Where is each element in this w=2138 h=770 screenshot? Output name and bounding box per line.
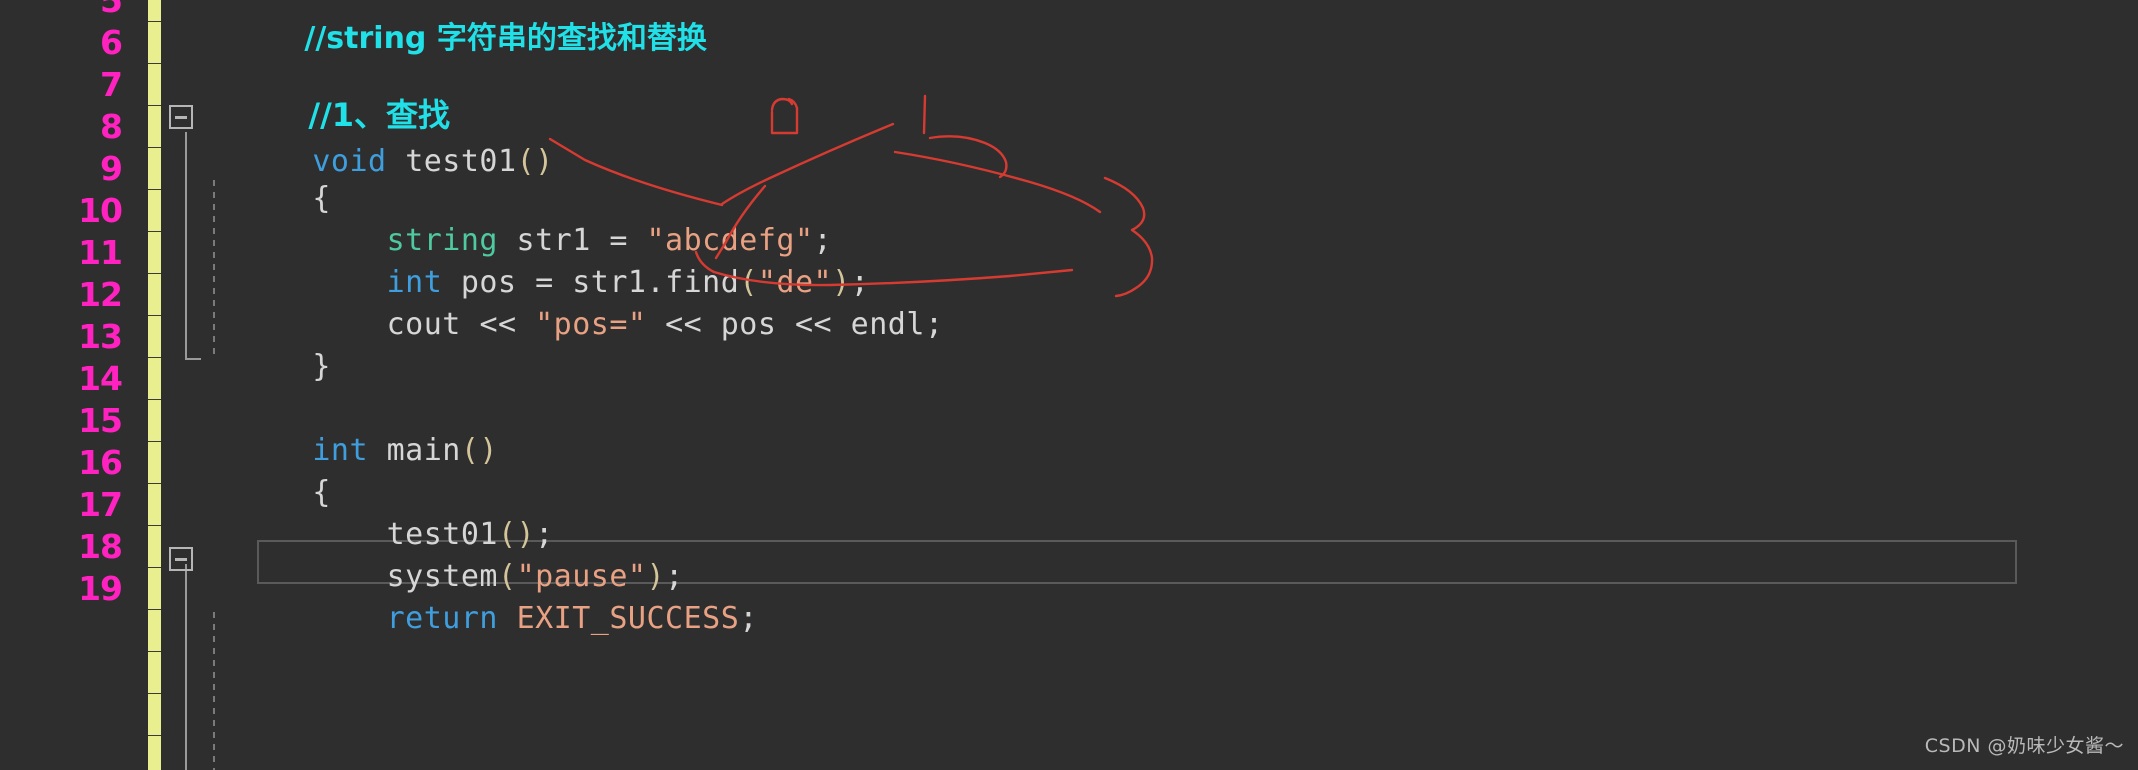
change-seg — [148, 399, 161, 400]
endl-token: endl — [832, 307, 925, 342]
scope-guide-test01 — [185, 132, 201, 360]
line-number: 19 — [78, 569, 123, 608]
line-number: 8 — [100, 107, 123, 146]
identifier-token: main — [386, 433, 461, 468]
keyword-token: return — [386, 601, 498, 636]
semicolon-token: ; — [739, 601, 758, 636]
code-line-12[interactable]: cout << "pos=" << pos << endl; — [201, 262, 944, 342]
operator-token: << — [795, 307, 833, 342]
code-line-17[interactable]: test01(); — [201, 472, 554, 552]
change-seg — [148, 441, 161, 442]
indent-token — [312, 601, 386, 636]
brace-token: } — [312, 349, 331, 384]
change-seg — [148, 147, 161, 148]
fold-collapse-icon[interactable] — [169, 547, 193, 571]
indent-guide — [213, 180, 215, 360]
change-seg — [148, 273, 161, 274]
editor-left-margin — [0, 0, 14, 770]
change-seg — [148, 525, 161, 526]
code-line-5[interactable]: //string 字符串的查找和替换 — [193, 0, 706, 56]
string-literal-token: "pos=" — [535, 307, 647, 342]
code-line-19[interactable]: return EXIT_SUCCESS; — [201, 556, 758, 636]
code-editor[interactable]: 5 6 7 8 9 10 11 12 13 14 15 16 17 18 19 — [0, 0, 2138, 770]
code-line-13[interactable]: } — [201, 304, 331, 384]
change-seg — [148, 483, 161, 484]
change-seg — [148, 357, 161, 358]
semicolon-token: ; — [924, 307, 944, 342]
change-seg — [148, 105, 161, 106]
paren-token: () — [516, 144, 554, 179]
line-number: 12 — [78, 275, 123, 314]
scope-guide-main — [185, 564, 187, 770]
line-number: 6 — [100, 23, 123, 62]
change-seg — [148, 567, 161, 568]
code-line-15[interactable]: int main() — [201, 388, 498, 468]
change-indicator-bar — [148, 0, 161, 770]
change-seg — [148, 231, 161, 232]
operator-token: << — [479, 307, 517, 342]
line-number: 15 — [78, 401, 123, 440]
line-number: 10 — [78, 191, 123, 230]
change-seg — [148, 735, 161, 736]
line-number: 11 — [78, 233, 123, 272]
line-number: 16 — [78, 443, 123, 482]
code-line-10[interactable]: string str1 = "abcdefg"; — [201, 178, 832, 258]
operator-token: << — [665, 307, 703, 342]
macro-token: EXIT_SUCCESS — [516, 601, 740, 636]
change-seg — [148, 315, 161, 316]
line-number: 14 — [78, 359, 123, 398]
code-line-7[interactable]: //1、查找 — [197, 52, 450, 134]
change-seg — [148, 651, 161, 652]
line-number: 9 — [100, 149, 123, 188]
code-line-16[interactable]: { — [201, 430, 331, 510]
line-number: 17 — [78, 485, 123, 524]
line-number: 18 — [78, 527, 123, 566]
code-line-9[interactable]: { — [201, 136, 331, 216]
change-seg — [148, 609, 161, 610]
code-text-area[interactable]: //string 字符串的查找和替换 //1、查找 void test01() … — [161, 0, 2138, 770]
indent-guide — [213, 612, 215, 770]
paren-token: () — [460, 433, 498, 468]
fold-collapse-icon[interactable] — [169, 105, 193, 129]
line-number: 5 — [100, 0, 123, 20]
stream-token: cout — [386, 307, 480, 342]
line-number-gutter: 5 6 7 8 9 10 11 12 13 14 15 16 17 18 19 — [0, 0, 140, 770]
code-line-8[interactable]: void test01() — [201, 99, 554, 179]
code-line-11[interactable]: int pos = str1.find("de"); — [201, 220, 869, 300]
change-seg — [148, 21, 161, 22]
comment-token: //string 字符串的查找和替换 — [304, 21, 707, 56]
line-number: 13 — [78, 317, 123, 356]
identifier-token: test01 — [405, 144, 517, 179]
line-number: 7 — [100, 65, 123, 104]
csdn-watermark: CSDN @奶味少女酱～ — [1924, 735, 2124, 757]
change-seg — [148, 189, 161, 190]
change-seg — [148, 63, 161, 64]
change-seg — [148, 693, 161, 694]
code-line-18[interactable]: system("pause"); — [201, 514, 684, 594]
identifier-token: pos — [702, 307, 795, 342]
